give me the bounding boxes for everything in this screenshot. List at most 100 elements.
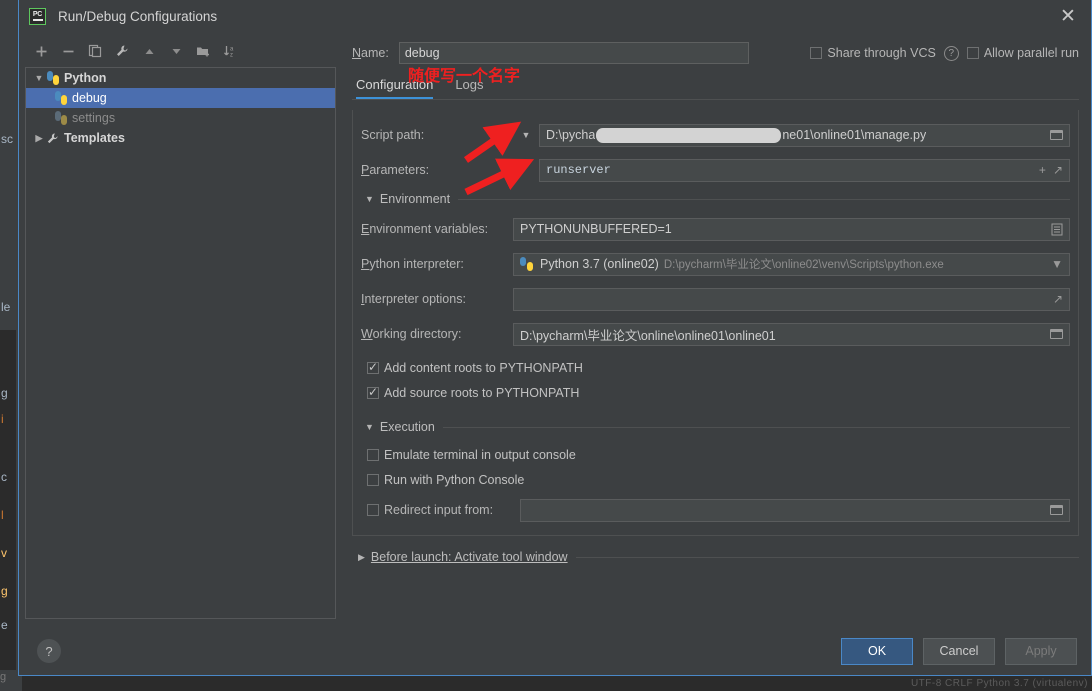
- annotation-name-hint: 随便写一个名字: [408, 68, 521, 85]
- parameters-input[interactable]: runserver + ↗: [539, 158, 1070, 182]
- run-with-python-console-label: Run with Python Console: [384, 473, 525, 487]
- tree-node-label: Templates: [64, 131, 125, 145]
- redirect-input-checkbox[interactable]: [367, 504, 379, 516]
- remove-configuration-button[interactable]: [56, 40, 80, 62]
- allow-parallel-run-label: Allow parallel run: [983, 46, 1079, 60]
- cancel-button[interactable]: Cancel: [923, 637, 995, 665]
- working-directory-value: D:\pycharm\毕业论文\online\online01\online01: [520, 328, 776, 343]
- redirect-input-label: Redirect input from:: [384, 503, 494, 517]
- pycharm-logo-text: PC: [32, 11, 43, 19]
- move-up-button[interactable]: [137, 40, 161, 62]
- close-icon[interactable]: ✕: [1051, 1, 1085, 31]
- apply-button[interactable]: Apply: [1005, 637, 1077, 665]
- script-path-input[interactable]: D:\pycha ne01\online01\manage.py: [539, 123, 1070, 147]
- python-icon: [46, 71, 60, 85]
- tree-node-settings[interactable]: settings: [26, 108, 335, 128]
- move-down-button[interactable]: [164, 40, 188, 62]
- background-char-7: g: [1, 584, 8, 598]
- question-icon[interactable]: ?: [943, 45, 959, 61]
- chevron-down-icon[interactable]: ▼: [365, 422, 374, 432]
- share-through-vcs-checkbox[interactable]: Share through VCS: [810, 46, 936, 60]
- chevron-down-icon[interactable]: ▼: [365, 194, 374, 204]
- name-label: NName:ame:: [352, 46, 389, 60]
- list-icon[interactable]: [1045, 223, 1063, 236]
- run-with-python-console-checkbox[interactable]: Run with Python Console: [361, 469, 1070, 491]
- python-icon: [520, 257, 535, 271]
- dialog-footer: ? OK Cancel Apply: [19, 627, 1091, 675]
- top-checkboxes: Share through VCS ? Allow parallel run: [810, 45, 1079, 61]
- background-bottom-label: g: [0, 671, 7, 683]
- plus-icon[interactable]: +: [1039, 163, 1046, 177]
- execution-section-label: Execution: [379, 420, 435, 434]
- working-directory-row: Working directory: D:\pycharm\毕业论文\onlin…: [361, 321, 1070, 347]
- section-divider: [442, 426, 1070, 428]
- environment-variables-row: Environment variables: PYTHONUNBUFFERED=…: [361, 216, 1070, 242]
- new-folder-button[interactable]: [191, 40, 215, 62]
- sort-alphabetically-button[interactable]: az: [218, 40, 242, 62]
- add-content-roots-checkbox[interactable]: Add content roots to PYTHONPATH: [361, 357, 1070, 379]
- run-debug-configurations-dialog: PC Run/Debug Configurations ✕ a z ▼ Pyth…: [18, 0, 1092, 676]
- folder-icon[interactable]: [1044, 505, 1063, 515]
- chevron-right-icon[interactable]: ▶: [32, 133, 46, 144]
- background-char-2: g: [1, 386, 8, 400]
- environment-variables-label: Environment variables:: [361, 222, 489, 236]
- tree-node-label: debug: [72, 91, 107, 105]
- expand-icon[interactable]: ↗: [1053, 163, 1063, 177]
- background-status-text: UTF-8 CRLF Python 3.7 (virtualenv): [910, 678, 1088, 689]
- allow-parallel-run-checkbox[interactable]: Allow parallel run: [966, 46, 1079, 60]
- configuration-form: Script path: ▼ D:\pycha ne01\online01\ma…: [352, 110, 1079, 536]
- add-content-roots-label: Add content roots to PYTHONPATH: [384, 361, 583, 375]
- tree-node-python-group[interactable]: ▼ Python: [26, 68, 335, 88]
- interpreter-options-input[interactable]: ↗: [513, 287, 1070, 311]
- script-path-label: Script path:: [361, 128, 425, 142]
- ok-button[interactable]: OK: [841, 637, 913, 665]
- python-interpreter-dropdown[interactable]: Python 3.7 (online02) D:\pycharm\毕业论文\on…: [513, 252, 1070, 276]
- parameters-label: Parameters:: [361, 163, 430, 177]
- name-input[interactable]: debug: [398, 42, 749, 64]
- configurations-tree[interactable]: ▼ Python debug settings ▶ Templates: [25, 67, 336, 619]
- working-directory-input[interactable]: D:\pycharm\毕业论文\online\online01\online01: [513, 322, 1070, 346]
- environment-variables-input[interactable]: PYTHONUNBUFFERED=1: [513, 217, 1070, 241]
- chevron-right-icon[interactable]: ▶: [358, 552, 365, 563]
- edit-templates-button[interactable]: [110, 40, 134, 62]
- chevron-down-icon[interactable]: ▼: [1045, 257, 1063, 271]
- emulate-terminal-checkbox[interactable]: Emulate terminal in output console: [361, 444, 1070, 466]
- checkbox-box: [367, 449, 379, 461]
- background-char-3: i: [1, 412, 4, 426]
- tree-node-debug[interactable]: debug: [26, 88, 335, 108]
- folder-icon[interactable]: [1044, 329, 1063, 339]
- expand-icon[interactable]: ↗: [1047, 292, 1063, 306]
- configuration-editor-panel: NName:ame: debug Share through VCS ? All…: [344, 32, 1091, 627]
- redacted-path-block: [596, 127, 782, 143]
- dialog-body: az ▼ Python debug settings ▶ Templates N…: [19, 32, 1091, 627]
- add-source-roots-checkbox[interactable]: Add source roots to PYTHONPATH: [361, 382, 1070, 404]
- folder-icon[interactable]: [1044, 130, 1063, 140]
- parameters-value: runserver: [546, 163, 611, 177]
- background-char-5: l: [1, 508, 4, 522]
- before-launch-section[interactable]: ▶ Before launch: Activate tool window: [358, 550, 1079, 564]
- interpreter-options-label: Interpreter options:: [361, 292, 466, 306]
- python-icon: [54, 91, 68, 105]
- name-input-value: debug: [404, 46, 440, 60]
- redirect-input-field[interactable]: [520, 498, 1070, 522]
- copy-configuration-button[interactable]: [83, 40, 107, 62]
- chevron-down-icon[interactable]: ▼: [32, 73, 46, 83]
- script-path-row: Script path: ▼ D:\pycha ne01\online01\ma…: [361, 122, 1070, 148]
- footer-buttons: OK Cancel Apply: [841, 637, 1077, 665]
- checkbox-box: [810, 47, 823, 59]
- chevron-down-icon[interactable]: ▼: [513, 130, 539, 140]
- tree-node-templates[interactable]: ▶ Templates: [26, 128, 335, 148]
- environment-section-header[interactable]: ▼ Environment: [365, 192, 1070, 206]
- pycharm-logo-icon: PC: [29, 7, 46, 25]
- environment-section-label: Environment: [379, 192, 451, 206]
- python-interpreter-path: D:\pycharm\毕业论文\online02\venv\Scripts\py…: [663, 259, 944, 271]
- configurations-toolbar: az: [25, 38, 336, 64]
- dialog-title: Run/Debug Configurations: [58, 8, 218, 24]
- svg-text:z: z: [230, 53, 233, 59]
- add-configuration-button[interactable]: [29, 40, 53, 62]
- share-through-vcs-label: Share through VCS: [827, 46, 936, 60]
- help-button[interactable]: ?: [37, 639, 61, 663]
- execution-section-header[interactable]: ▼ Execution: [365, 420, 1070, 434]
- tree-node-label: settings: [72, 111, 116, 125]
- checkbox-box: [367, 474, 379, 486]
